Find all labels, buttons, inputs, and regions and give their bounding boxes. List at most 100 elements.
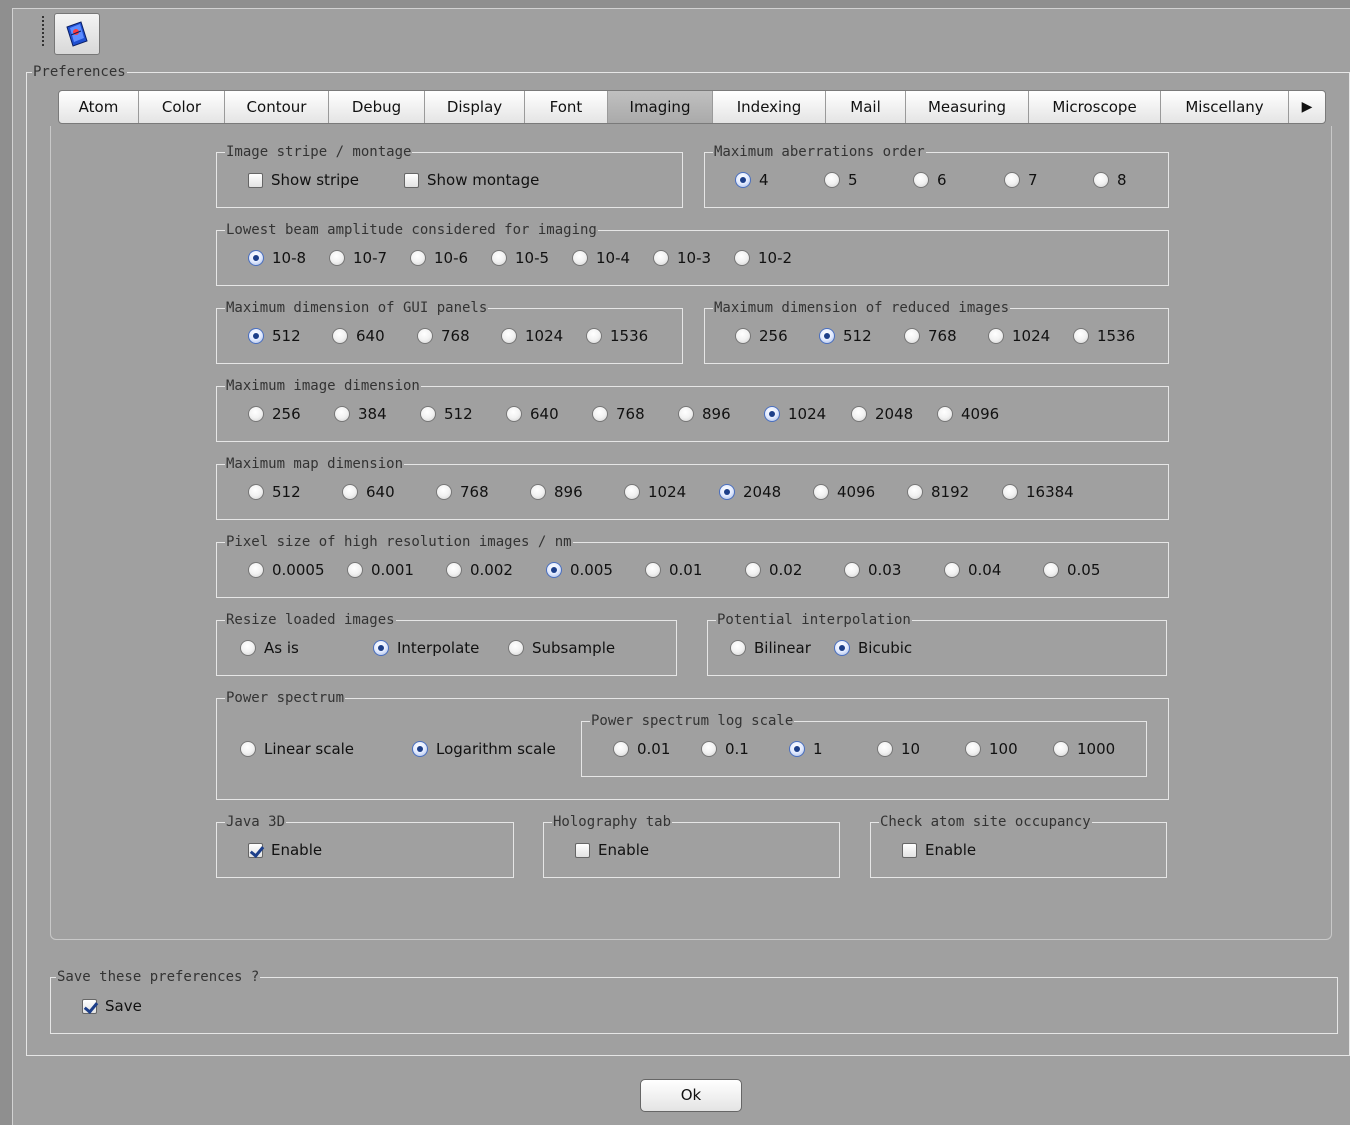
pixel-size-radio-0-002[interactable]: 0.002 (446, 560, 513, 580)
radio-indicator[interactable] (844, 562, 860, 578)
radio-indicator[interactable] (1002, 484, 1018, 500)
radio-indicator[interactable] (248, 562, 264, 578)
image-dimension-radio-4096[interactable]: 4096 (937, 404, 999, 424)
radio-indicator[interactable] (342, 484, 358, 500)
tab-indexing[interactable]: Indexing (713, 91, 826, 123)
tab-miscellany[interactable]: Miscellany (1161, 91, 1289, 123)
checkbox-indicator[interactable] (248, 842, 263, 858)
occupancy-enable-checkbox[interactable]: Enable (902, 840, 976, 860)
power-spectrum-radio-linear-scale[interactable]: Linear scale (240, 739, 354, 759)
gui-panels-radio-1536[interactable]: 1536 (586, 326, 648, 346)
java3d-enable-checkbox[interactable]: Enable (248, 840, 322, 860)
radio-indicator[interactable] (735, 328, 751, 344)
radio-indicator[interactable] (491, 250, 507, 266)
gui-panels-radio-640[interactable]: 640 (332, 326, 385, 346)
beam-amplitude-radio-10-8[interactable]: 10-8 (248, 248, 306, 268)
radio-indicator[interactable] (248, 406, 264, 422)
pixel-size-radio-0-005[interactable]: 0.005 (546, 560, 613, 580)
radio-indicator[interactable] (417, 328, 433, 344)
resize-images-radio-interpolate[interactable]: Interpolate (373, 638, 479, 658)
radio-indicator[interactable] (824, 172, 840, 188)
map-dimension-radio-4096[interactable]: 4096 (813, 482, 875, 502)
map-dimension-radio-2048[interactable]: 2048 (719, 482, 781, 502)
tab-microscope[interactable]: Microscope (1029, 91, 1161, 123)
image-dimension-radio-1024[interactable]: 1024 (764, 404, 826, 424)
tab-imaging[interactable]: Imaging (608, 91, 713, 123)
radio-indicator[interactable] (501, 328, 517, 344)
reduced-images-radio-1024[interactable]: 1024 (988, 326, 1050, 346)
interpolation-radio-bicubic[interactable]: Bicubic (834, 638, 912, 658)
radio-indicator[interactable] (412, 741, 428, 757)
ok-button[interactable]: Ok (640, 1079, 742, 1112)
radio-indicator[interactable] (965, 741, 981, 757)
checkbox-indicator[interactable] (82, 998, 97, 1014)
map-dimension-radio-16384[interactable]: 16384 (1002, 482, 1074, 502)
radio-indicator[interactable] (248, 484, 264, 500)
image-dimension-radio-2048[interactable]: 2048 (851, 404, 913, 424)
map-dimension-radio-512[interactable]: 512 (248, 482, 301, 502)
checkbox-indicator[interactable] (902, 842, 917, 858)
power-spectrum-radio-logarithm-scale[interactable]: Logarithm scale (412, 739, 556, 759)
tab-mail[interactable]: Mail (826, 91, 906, 123)
pixel-size-radio-0-001[interactable]: 0.001 (347, 560, 414, 580)
radio-indicator[interactable] (913, 172, 929, 188)
map-dimension-radio-768[interactable]: 768 (436, 482, 489, 502)
resize-images-radio-as-is[interactable]: As is (240, 638, 299, 658)
pixel-size-radio-0-0005[interactable]: 0.0005 (248, 560, 325, 580)
show-montage-checkbox[interactable]: Show montage (404, 170, 539, 190)
radio-indicator[interactable] (240, 640, 256, 656)
aberrations-radio-7[interactable]: 7 (1004, 170, 1038, 190)
radio-indicator[interactable] (653, 250, 669, 266)
app-icon-button[interactable] (54, 13, 100, 55)
log-scale-radio-10[interactable]: 10 (877, 739, 920, 759)
radio-indicator[interactable] (410, 250, 426, 266)
reduced-images-radio-256[interactable]: 256 (735, 326, 788, 346)
gui-panels-radio-768[interactable]: 768 (417, 326, 470, 346)
image-dimension-radio-256[interactable]: 256 (248, 404, 301, 424)
pixel-size-radio-0-03[interactable]: 0.03 (844, 560, 901, 580)
radio-indicator[interactable] (819, 328, 835, 344)
tab-debug[interactable]: Debug (329, 91, 425, 123)
log-scale-radio-1000[interactable]: 1000 (1053, 739, 1115, 759)
gui-panels-radio-1024[interactable]: 1024 (501, 326, 563, 346)
toolbar-grip[interactable] (42, 16, 44, 48)
radio-indicator[interactable] (734, 250, 750, 266)
checkbox-indicator[interactable] (404, 172, 419, 188)
checkbox-indicator[interactable] (248, 172, 263, 188)
aberrations-radio-6[interactable]: 6 (913, 170, 947, 190)
checkbox-indicator[interactable] (575, 842, 590, 858)
beam-amplitude-radio-10-4[interactable]: 10-4 (572, 248, 630, 268)
beam-amplitude-radio-10-6[interactable]: 10-6 (410, 248, 468, 268)
log-scale-radio-0-01[interactable]: 0.01 (613, 739, 670, 759)
log-scale-radio-1[interactable]: 1 (789, 739, 823, 759)
reduced-images-radio-768[interactable]: 768 (904, 326, 957, 346)
image-dimension-radio-768[interactable]: 768 (592, 404, 645, 424)
radio-indicator[interactable] (373, 640, 389, 656)
radio-indicator[interactable] (446, 562, 462, 578)
tab-color[interactable]: Color (139, 91, 225, 123)
tab-measuring[interactable]: Measuring (906, 91, 1029, 123)
tab-scroll-right-icon[interactable]: ▶ (1289, 91, 1325, 123)
reduced-images-radio-512[interactable]: 512 (819, 326, 872, 346)
radio-indicator[interactable] (735, 172, 751, 188)
holography-enable-checkbox[interactable]: Enable (575, 840, 649, 860)
radio-indicator[interactable] (678, 406, 694, 422)
map-dimension-radio-8192[interactable]: 8192 (907, 482, 969, 502)
image-dimension-radio-512[interactable]: 512 (420, 404, 473, 424)
map-dimension-radio-1024[interactable]: 1024 (624, 482, 686, 502)
tab-atom[interactable]: Atom (59, 91, 139, 123)
aberrations-radio-5[interactable]: 5 (824, 170, 858, 190)
radio-indicator[interactable] (332, 328, 348, 344)
pixel-size-radio-0-04[interactable]: 0.04 (944, 560, 1001, 580)
tab-font[interactable]: Font (525, 91, 608, 123)
radio-indicator[interactable] (546, 562, 562, 578)
pixel-size-radio-0-01[interactable]: 0.01 (645, 560, 702, 580)
beam-amplitude-radio-10-3[interactable]: 10-3 (653, 248, 711, 268)
radio-indicator[interactable] (592, 406, 608, 422)
beam-amplitude-radio-10-5[interactable]: 10-5 (491, 248, 549, 268)
radio-indicator[interactable] (645, 562, 661, 578)
beam-amplitude-radio-10-7[interactable]: 10-7 (329, 248, 387, 268)
radio-indicator[interactable] (813, 484, 829, 500)
image-dimension-radio-384[interactable]: 384 (334, 404, 387, 424)
radio-indicator[interactable] (701, 741, 717, 757)
